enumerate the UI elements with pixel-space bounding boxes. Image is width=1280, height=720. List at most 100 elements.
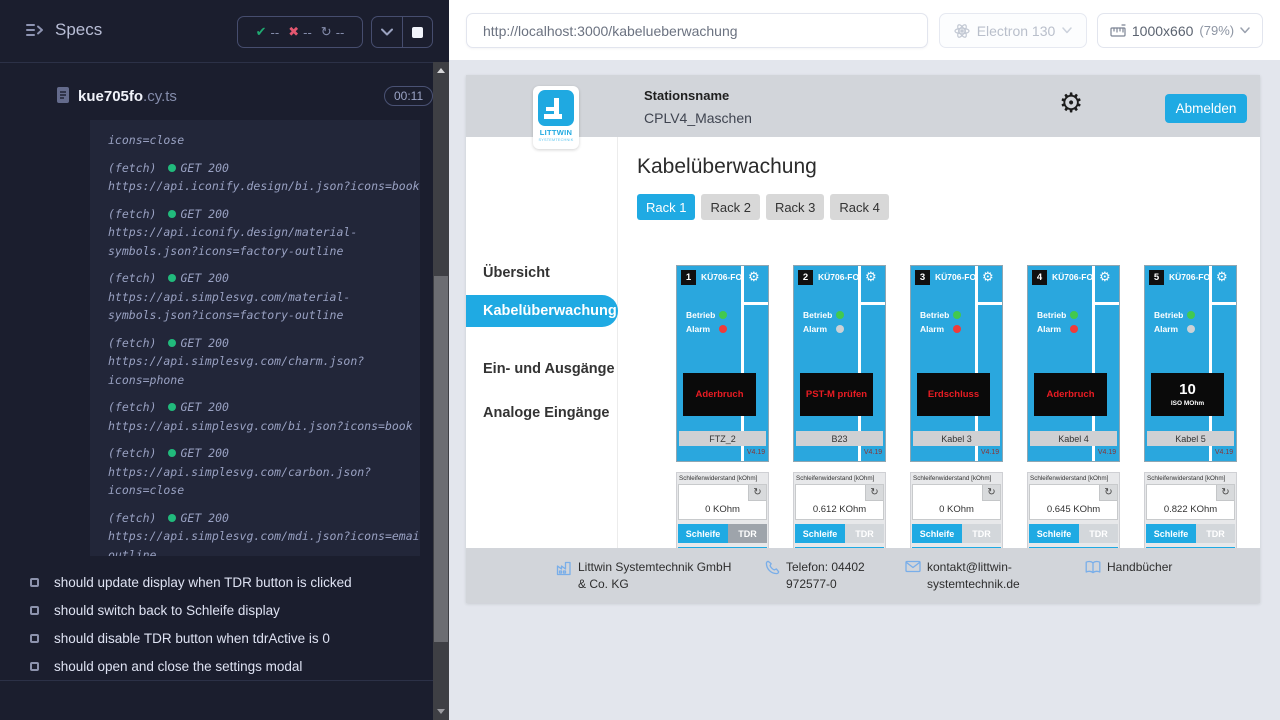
viewport-size: 1000x660 — [1132, 23, 1194, 39]
stop-button[interactable] — [402, 17, 433, 47]
tdr-button: TDR — [962, 524, 1001, 543]
test-state-icon — [30, 662, 39, 671]
log-entry[interactable]: (fetch)GET 200https://api.iconify.design… — [108, 205, 412, 261]
logo-subtext: SYSTEMTECHNIK — [533, 138, 579, 142]
scroll-down-arrow[interactable] — [437, 709, 445, 714]
schleife-button[interactable]: Schleife — [678, 524, 728, 543]
refresh-icon[interactable]: ↻ — [1099, 485, 1117, 501]
log-entry[interactable]: (fetch)GET 200https://api.simplesvg.com/… — [108, 269, 412, 325]
status-dot-icon — [168, 210, 176, 218]
module-divider — [861, 302, 885, 305]
rack-tabs: Rack 1Rack 2 Rack 3Rack 4 — [637, 194, 889, 220]
refresh-icon[interactable]: ↻ — [1216, 485, 1234, 501]
footer-item: Telefon: 04402 972577-0 — [765, 559, 895, 593]
log-entry[interactable]: (fetch)GET 200https://api.simplesvg.com/… — [108, 334, 412, 390]
rack-tab-4[interactable]: Rack 4 — [830, 194, 888, 220]
log-url-line: symbols.json?icons=factory-outline — [108, 242, 412, 261]
status-dot-icon — [168, 403, 176, 411]
url-input[interactable]: http://localhost:3000/kabelueberwachung — [466, 13, 928, 48]
resistance-value-box: ↻0 KOhm — [912, 484, 1001, 520]
module-gear-icon[interactable]: ⚙ — [748, 269, 760, 285]
test-item[interactable]: should switch back to Schleife display — [0, 596, 433, 624]
module-number-badge: 1 — [681, 270, 696, 285]
status-dot-icon — [168, 514, 176, 522]
display-alarm-text: Erdschluss — [928, 389, 979, 400]
test-item[interactable]: should open and close the settings modal — [0, 652, 433, 680]
refresh-icon[interactable]: ↻ — [865, 485, 883, 501]
log-url-line: outline — [108, 546, 412, 557]
alarm-label: Alarm — [803, 324, 831, 334]
specs-button[interactable]: Specs — [26, 20, 102, 40]
settings-gear-icon[interactable]: ⚙ — [1059, 88, 1083, 119]
tdr-button: TDR — [1196, 524, 1235, 543]
viewport-zoom: (79%) — [1199, 23, 1234, 38]
sidebar-item-4[interactable]: Analoge Eingänge — [466, 397, 618, 429]
scrollbar-thumb[interactable] — [434, 276, 448, 642]
sidebar-item-2[interactable]: Kabelüberwachung — [466, 295, 618, 327]
spec-row[interactable]: kue705fo.cy.ts 00:11 — [0, 75, 433, 119]
footer-text[interactable]: kontakt@littwin-systemtechnik.de — [927, 559, 1030, 593]
resistance-value: 0.822 KOhm — [1147, 504, 1234, 515]
browser-selector[interactable]: Electron 130 — [939, 13, 1087, 48]
alarm-led — [1187, 325, 1195, 333]
passed-icon: ✔ — [256, 24, 267, 40]
schleife-button[interactable]: Schleife — [1029, 524, 1079, 543]
rack-tab-3[interactable]: Rack 3 — [766, 194, 824, 220]
log-url-line: https://api.iconify.design/material- — [108, 223, 412, 242]
log-url-line: symbols.json?icons=factory-outline — [108, 306, 412, 325]
log-url-line: https://api.iconify.design/bi.json?icons… — [108, 177, 412, 196]
logout-button[interactable]: Abmelden — [1165, 94, 1247, 123]
schleife-button[interactable]: Schleife — [912, 524, 962, 543]
run-controls — [371, 16, 433, 48]
log-fetch-line: (fetch)GET 200 — [108, 334, 412, 353]
tdr-button: TDR — [1079, 524, 1118, 543]
resistance-label: Schleifenwiderstand [kOhm] — [1029, 475, 1118, 482]
module-gear-icon[interactable]: ⚙ — [865, 269, 877, 285]
rack-tab-1[interactable]: Rack 1 — [637, 194, 695, 220]
module-gear-icon[interactable]: ⚙ — [1216, 269, 1228, 285]
module-divider — [1095, 302, 1119, 305]
sidebar-item-1[interactable]: Übersicht — [466, 257, 618, 289]
reporter-scrollbar[interactable] — [433, 62, 449, 720]
status-dot-icon — [168, 339, 176, 347]
schleife-button[interactable]: Schleife — [795, 524, 845, 543]
footer-text[interactable]: Telefon: 04402 972577-0 — [786, 559, 895, 593]
rack-tab-2[interactable]: Rack 2 — [701, 194, 759, 220]
email-icon — [905, 559, 921, 593]
log-entry[interactable]: (fetch)GET 200https://api.simplesvg.com/… — [108, 444, 412, 500]
betrieb-led — [719, 311, 727, 319]
fetch-label: (fetch) — [108, 400, 156, 414]
schleife-button[interactable]: Schleife — [1146, 524, 1196, 543]
test-item[interactable]: should disable TDR button when tdrActive… — [0, 624, 433, 652]
log-entry[interactable]: icons=close — [108, 131, 412, 150]
test-title: should update display when TDR button is… — [54, 575, 352, 590]
module-gear-icon[interactable]: ⚙ — [1099, 269, 1111, 285]
log-entry[interactable]: (fetch)GET 200https://api.iconify.design… — [108, 159, 412, 196]
module-number-badge: 4 — [1032, 270, 1047, 285]
viewport-selector[interactable]: 1000x660 (79%) — [1097, 13, 1263, 48]
sidebar-item-3[interactable]: Ein- und Ausgänge — [466, 353, 618, 385]
module-model-label: KÜ706-FO — [1169, 272, 1210, 282]
footer-text[interactable]: Littwin Systemtechnik GmbH & Co. KG — [578, 559, 741, 593]
refresh-icon[interactable]: ↻ — [982, 485, 1000, 501]
resistance-panel: Schleifenwiderstand [kOhm]↻0.822 KOhmSch… — [1144, 472, 1237, 558]
test-item[interactable]: should update display when TDR button is… — [0, 568, 433, 596]
collapse-button[interactable] — [372, 17, 402, 47]
log-entry[interactable]: (fetch)GET 200https://api.simplesvg.com/… — [108, 398, 412, 435]
footer-text[interactable]: Handbücher — [1107, 559, 1172, 579]
module-gear-icon[interactable]: ⚙ — [982, 269, 994, 285]
module-face: 2KÜ706-FO⚙BetriebAlarmPST-M prüfenB23V4.… — [793, 265, 886, 462]
refresh-icon[interactable]: ↻ — [748, 485, 766, 501]
display-alarm-text: PST-M prüfen — [806, 389, 867, 400]
command-log[interactable]: icons=close(fetch)GET 200https://api.ico… — [90, 120, 420, 556]
betrieb-led — [836, 311, 844, 319]
footer-item: Handbücher — [1085, 559, 1215, 579]
alarm-led — [836, 325, 844, 333]
tdr-button[interactable]: TDR — [728, 524, 767, 543]
chevron-down-icon — [1240, 27, 1250, 34]
betrieb-led-row: Betrieb — [1037, 310, 1078, 320]
test-state-icon — [30, 634, 39, 643]
log-entry[interactable]: (fetch)GET 200https://api.simplesvg.com/… — [108, 509, 412, 557]
alarm-led-row: Alarm — [803, 324, 844, 334]
scroll-up-arrow[interactable] — [437, 68, 445, 73]
